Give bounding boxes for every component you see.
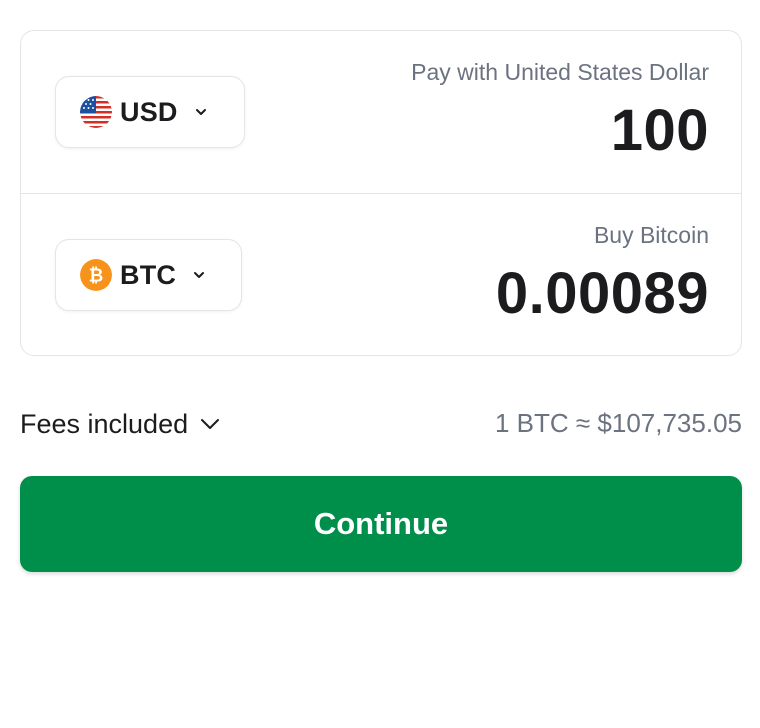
pay-label: Pay with United States Dollar [411,59,709,85]
us-flag-icon [80,96,112,128]
buy-currency-selector[interactable]: ₿ BTC [55,239,242,311]
buy-label: Buy Bitcoin [593,222,709,248]
chevron-down-icon [192,268,206,282]
pay-currency-selector[interactable]: USD [55,76,245,148]
fees-dropdown[interactable]: Fees included [20,406,220,442]
chevron-down-icon [194,105,208,119]
exchange-rate: 1 BTC ≈ $107,735.05 [495,408,742,438]
buy-amount[interactable]: 0.00089 [496,260,709,327]
pay-amount[interactable]: 100 [611,97,709,164]
svg-text:₿: ₿ [89,266,104,287]
fees-label: Fees included [20,408,189,439]
buy-row: ₿ BTC Buy Bitcoin 0.00089 [21,193,741,355]
pay-currency-code: USD [120,96,178,127]
exchange-card: USD Pay with United States Dollar 100 ₿ … [20,30,742,356]
pay-row: USD Pay with United States Dollar 100 [21,31,741,193]
buy-currency-code: BTC [120,259,177,290]
continue-button[interactable]: Continue [20,476,742,572]
bitcoin-icon: ₿ [80,259,112,291]
chevron-down-icon [200,417,220,431]
